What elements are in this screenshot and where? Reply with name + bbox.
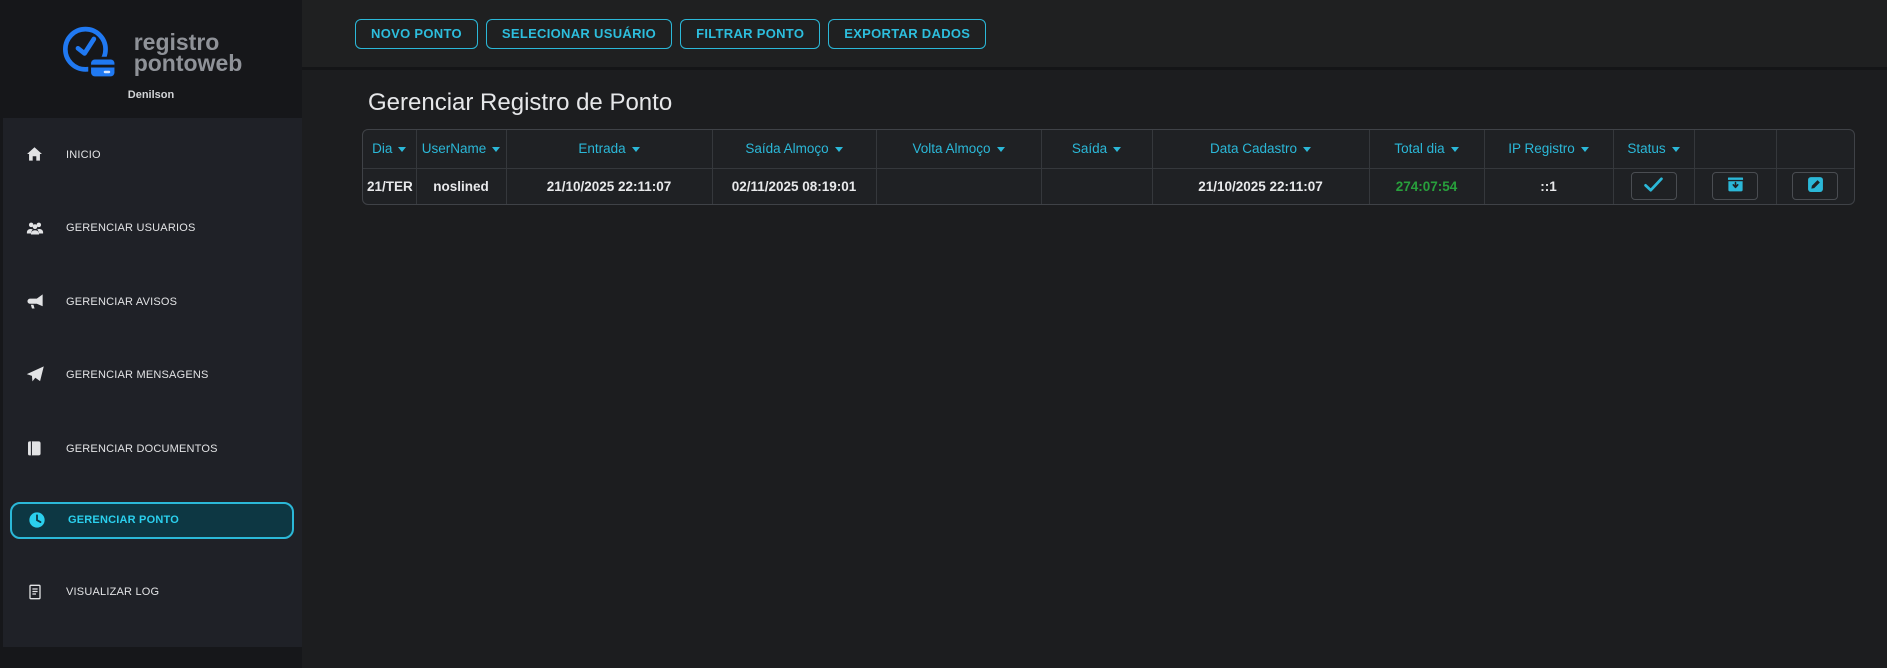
cell-volta-almoco: [875, 167, 1042, 204]
col-header-download-actions: [1693, 130, 1777, 169]
sidebar-footer: [0, 647, 302, 668]
cell-username: noslined: [415, 167, 507, 204]
novo-ponto-button[interactable]: NOVO PONTO: [355, 18, 478, 49]
col-header-saida[interactable]: Saída: [1040, 130, 1153, 169]
col-header-edit-actions: [1775, 130, 1854, 169]
sort-caret-icon: [834, 147, 843, 153]
check-icon: [1644, 177, 1663, 195]
sidebar-item-visualizar-log[interactable]: VISUALIZAR LOG: [3, 555, 302, 629]
megaphone-icon: [25, 292, 44, 311]
main-area: NOVO PONTO SELECIONAR USUÁRIO FILTRAR PO…: [302, 0, 1887, 668]
cell-saida-almoco: 02/11/2025 08:19:01: [711, 167, 877, 204]
app-logo: registro pontoweb: [60, 24, 243, 82]
sort-caret-icon: [492, 147, 501, 153]
file-text-icon: [25, 582, 44, 601]
app-logo-text: registro pontoweb: [133, 30, 243, 76]
logo-panel: registro pontoweb Denilson: [0, 0, 302, 118]
col-header-dia[interactable]: Dia: [363, 130, 417, 169]
sort-caret-icon: [996, 147, 1005, 153]
cell-saida: [1040, 167, 1153, 204]
sidebar-item-gerenciar-avisos[interactable]: GERENCIAR AVISOS: [3, 265, 302, 339]
download-registro-button[interactable]: [1712, 172, 1758, 201]
sort-caret-icon: [1580, 147, 1589, 153]
cell-ip-registro: ::1: [1483, 167, 1614, 204]
col-header-entrada[interactable]: Entrada: [505, 130, 713, 169]
sidebar: registro pontoweb Denilson INICIO GERENC…: [0, 0, 302, 668]
table-header-row: Dia UserName Entrada Saída Almoço Volta …: [363, 130, 1854, 169]
sidebar-item-inicio[interactable]: INICIO: [3, 118, 302, 192]
box-arrow-down-icon: [1727, 176, 1744, 196]
action-toolbar: NOVO PONTO SELECIONAR USUÁRIO FILTRAR PO…: [302, 0, 1887, 70]
page-title: Gerenciar Registro de Ponto: [368, 89, 673, 116]
cell-download: [1693, 167, 1777, 204]
sort-caret-icon: [631, 147, 640, 153]
home-icon: [25, 145, 44, 164]
sidebar-item-label: INICIO: [66, 148, 101, 161]
sidebar-menu: INICIO GERENCIAR USUARIOS GERENCIAR AVIS…: [0, 118, 302, 647]
cell-edit: [1775, 167, 1854, 204]
exportar-dados-button[interactable]: EXPORTAR DADOS: [828, 18, 987, 49]
status-ok-button[interactable]: [1630, 172, 1677, 201]
col-header-total-dia[interactable]: Total dia: [1368, 130, 1485, 169]
selecionar-usuario-button[interactable]: SELECIONAR USUÁRIO: [485, 18, 673, 49]
cell-data-cadastro: 21/10/2025 22:11:07: [1151, 167, 1370, 204]
sidebar-item-label: GERENCIAR PONTO: [68, 514, 179, 526]
cell-dia: 21/TER: [363, 167, 417, 204]
col-header-volta-almoco[interactable]: Volta Almoço: [875, 130, 1042, 169]
sidebar-item-label: GERENCIAR USUARIOS: [66, 222, 196, 235]
sort-caret-icon: [1450, 147, 1459, 153]
sort-caret-icon: [1671, 147, 1680, 153]
filtrar-ponto-button[interactable]: FILTRAR PONTO: [680, 18, 821, 49]
clock-icon: [27, 511, 46, 530]
sidebar-item-label: VISUALIZAR LOG: [66, 585, 160, 598]
sidebar-item-gerenciar-ponto[interactable]: GERENCIAR PONTO: [10, 501, 294, 539]
sidebar-item-label: GERENCIAR AVISOS: [66, 295, 178, 308]
table-row: 21/TER noslined 21/10/2025 22:11:07 02/1…: [363, 167, 1854, 204]
clock-card-logo-icon: [62, 26, 118, 79]
logo-line-2: pontoweb: [133, 49, 243, 76]
sort-caret-icon: [398, 147, 407, 153]
sidebar-item-label: GERENCIAR DOCUMENTOS: [66, 442, 218, 455]
col-header-ip-registro[interactable]: IP Registro: [1483, 130, 1614, 169]
cell-status: [1612, 167, 1695, 204]
sort-caret-icon: [1303, 147, 1312, 153]
sidebar-item-label: GERENCIAR MENSAGENS: [66, 369, 209, 382]
ponto-table: Dia UserName Entrada Saída Almoço Volta …: [362, 129, 1855, 205]
sidebar-item-gerenciar-documentos[interactable]: GERENCIAR DOCUMENTOS: [3, 412, 302, 486]
col-header-username[interactable]: UserName: [415, 130, 507, 169]
sidebar-item-gerenciar-usuarios[interactable]: GERENCIAR USUARIOS: [3, 192, 302, 266]
col-header-data-cadastro[interactable]: Data Cadastro: [1151, 130, 1370, 169]
col-header-status[interactable]: Status: [1612, 130, 1695, 169]
users-icon: [25, 219, 44, 238]
sort-caret-icon: [1113, 147, 1122, 153]
col-header-saida-almoco[interactable]: Saída Almoço: [711, 130, 877, 169]
pencil-square-icon: [1807, 176, 1824, 196]
cell-entrada: 21/10/2025 22:11:07: [505, 167, 713, 204]
edit-registro-button[interactable]: [1792, 172, 1839, 201]
book-icon: [25, 439, 44, 458]
cell-total-dia: 274:07:54: [1368, 167, 1485, 204]
paper-plane-icon: [25, 366, 44, 385]
sidebar-item-gerenciar-mensagens[interactable]: GERENCIAR MENSAGENS: [3, 339, 302, 413]
logged-user-name: Denilson: [127, 88, 175, 101]
